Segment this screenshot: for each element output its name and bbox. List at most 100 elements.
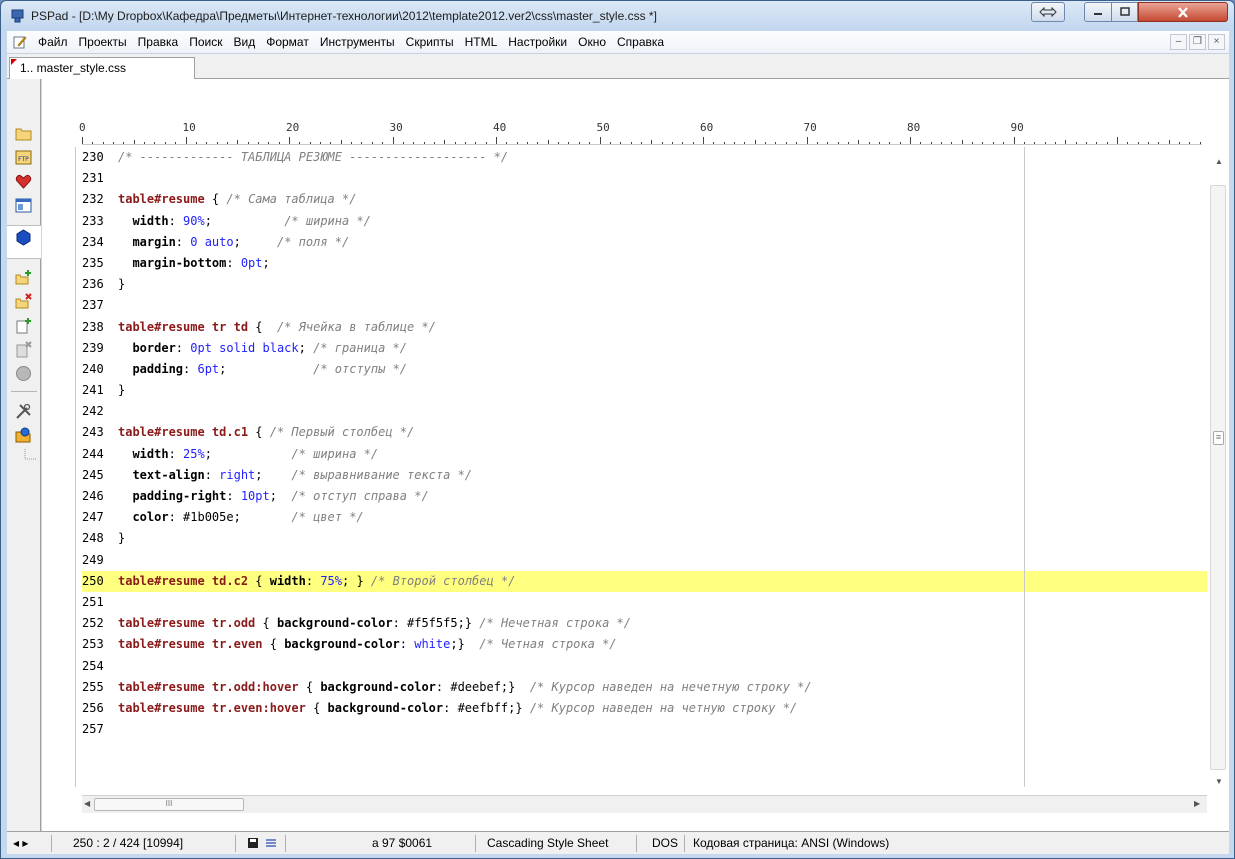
ruler-tick bbox=[278, 142, 280, 144]
mdi-close-button[interactable]: × bbox=[1208, 34, 1225, 50]
syntax-mode[interactable]: Cascading Style Sheet bbox=[487, 836, 608, 850]
code-line[interactable]: 244 width: 25%; /* ширина */ bbox=[82, 444, 1207, 465]
code-line[interactable]: 243 table#resume td.c1 { /* Первый столбе… bbox=[82, 422, 1207, 443]
code-line[interactable]: 234 margin: 0 auto; /* поля */ bbox=[82, 232, 1207, 253]
menu-item-4[interactable]: Вид bbox=[233, 35, 255, 49]
ruler-tick bbox=[444, 140, 446, 144]
ruler-tick bbox=[475, 142, 477, 144]
menu-item-2[interactable]: Правка bbox=[138, 35, 179, 49]
save-disk-icon[interactable] bbox=[247, 837, 259, 849]
heart-favorites-icon[interactable] bbox=[15, 173, 32, 190]
ftp-icon[interactable]: FTP bbox=[15, 149, 32, 166]
horizontal-scrollbar[interactable]: ◀ III ▶ bbox=[82, 795, 1207, 813]
menu-item-5[interactable]: Формат bbox=[266, 35, 309, 49]
ruler-tick bbox=[1199, 142, 1201, 144]
mdi-minimize-button[interactable]: – bbox=[1170, 34, 1187, 50]
code-token-cmt: /* Курсор наведен на четную строку */ bbox=[529, 700, 798, 715]
code-line[interactable]: 247 color: #1b005e; /* цвет */ bbox=[82, 507, 1207, 528]
code-token-prop: background-color bbox=[284, 637, 400, 652]
svg-text:FTP: FTP bbox=[18, 156, 29, 163]
code-token-punc: : bbox=[168, 446, 184, 461]
code-token-cmt: /* отступы */ bbox=[313, 361, 408, 376]
menu-item-8[interactable]: HTML bbox=[465, 35, 498, 49]
menu-item-3[interactable]: Поиск bbox=[189, 35, 222, 49]
ruler-tick bbox=[785, 142, 787, 144]
close-button[interactable] bbox=[1138, 2, 1228, 22]
delete-file-icon[interactable] bbox=[15, 341, 32, 358]
code-line[interactable]: 256 table#resume tr.even:hover { backgrou… bbox=[82, 698, 1207, 719]
maximize-button[interactable] bbox=[1111, 2, 1138, 22]
code-line[interactable]: 232 table#resume { /* Сама таблица */ bbox=[82, 189, 1207, 210]
code-line[interactable]: 251 bbox=[82, 592, 1207, 613]
menu-item-7[interactable]: Скрипты bbox=[406, 35, 454, 49]
menu-item-10[interactable]: Окно bbox=[578, 35, 606, 49]
menu-item-1[interactable]: Проекты bbox=[79, 35, 127, 49]
code-line[interactable]: 238 table#resume tr td { /* Ячейка в табл… bbox=[82, 317, 1207, 338]
ruler-tick bbox=[299, 142, 301, 144]
scroll-down-arrow-icon[interactable]: ▼ bbox=[1215, 777, 1223, 786]
delete-folder-icon[interactable] bbox=[15, 293, 32, 310]
new-file-icon[interactable] bbox=[15, 317, 32, 334]
line-number: 257 bbox=[82, 722, 104, 737]
ruler-tick bbox=[920, 142, 922, 144]
code-token-prop: width bbox=[269, 573, 306, 588]
code-line[interactable]: 242 bbox=[82, 401, 1207, 422]
menu-item-11[interactable]: Справка bbox=[617, 35, 664, 49]
menu-item-9[interactable]: Настройки bbox=[508, 35, 567, 49]
codepage[interactable]: Кодовая страница: ANSI (Windows) bbox=[693, 836, 889, 850]
explorer-folder-icon[interactable] bbox=[15, 427, 32, 444]
menu-item-6[interactable]: Инструменты bbox=[320, 35, 395, 49]
nav-arrows[interactable]: ◂ ▸ bbox=[13, 836, 28, 850]
code-line[interactable]: 245 text-align: right; /* выравнивание т… bbox=[82, 465, 1207, 486]
ruler-tick bbox=[506, 142, 508, 144]
mdi-restore-button[interactable]: ❐ bbox=[1189, 34, 1206, 50]
code-line[interactable]: 237 bbox=[82, 295, 1207, 316]
vertical-scroll-thumb[interactable]: ≡ bbox=[1210, 185, 1226, 770]
code-line[interactable]: 254 bbox=[82, 656, 1207, 677]
code-editor[interactable]: 0 10 20 30 40 50 60 70 80 90 230 /* ------------- … bbox=[42, 79, 1229, 831]
code-line[interactable]: 241} bbox=[82, 380, 1207, 401]
line-number: 236 bbox=[82, 277, 104, 292]
code-line[interactable]: 255 table#resume tr.odd:hover { backgroun… bbox=[82, 677, 1207, 698]
window-list-icon[interactable] bbox=[15, 197, 32, 214]
tools-icon[interactable] bbox=[15, 403, 32, 420]
code-line[interactable]: 235 margin-bottom: 0pt; bbox=[82, 253, 1207, 274]
code-line[interactable]: 233 width: 90%; /* ширина */ bbox=[82, 211, 1207, 232]
code-line[interactable]: 239 border: 0pt solid black; /* граница … bbox=[82, 338, 1207, 359]
code-line[interactable]: 252 table#resume tr.odd { background-colo… bbox=[82, 613, 1207, 634]
code-line[interactable]: 236} bbox=[82, 274, 1207, 295]
scroll-right-arrow-icon[interactable]: ▶ bbox=[1194, 799, 1200, 808]
scroll-left-arrow-icon[interactable]: ◀ bbox=[84, 799, 90, 808]
code-line[interactable]: 231 bbox=[82, 168, 1207, 189]
new-folder-icon[interactable] bbox=[15, 269, 32, 286]
folder-icon[interactable] bbox=[15, 125, 32, 142]
code-line[interactable]: 240 padding: 6pt; /* отступы */ bbox=[82, 359, 1207, 380]
code-line[interactable]: 249 bbox=[82, 550, 1207, 571]
tab-master-style-css[interactable]: 1.. master_style.css bbox=[9, 57, 195, 79]
code-lines[interactable]: 230 /* ------------- ТАБЛИЦА РЕЗЮМЕ -----… bbox=[82, 147, 1207, 787]
cube-icon[interactable] bbox=[15, 229, 32, 246]
code-token-val: 6pt bbox=[197, 361, 220, 376]
code-line[interactable]: 248} bbox=[82, 528, 1207, 549]
gray-circle-icon[interactable] bbox=[15, 365, 32, 382]
code-token-punc: ; bbox=[204, 446, 292, 461]
ruler-tick bbox=[320, 142, 322, 144]
code-token-cmt: /* отступ справа */ bbox=[291, 489, 429, 503]
ruler-tick bbox=[1003, 142, 1005, 144]
code-token-val: 0 auto bbox=[190, 234, 234, 249]
minimize-button[interactable] bbox=[1084, 2, 1112, 22]
code-line[interactable]: 250 table#resume td.c2 { width: 75%; } /*… bbox=[82, 570, 1207, 592]
code-token-punc: : #f5f5f5;} bbox=[392, 616, 480, 631]
code-line[interactable]: 257 bbox=[82, 719, 1207, 740]
ruler-label: 50 bbox=[596, 121, 610, 134]
menu-item-0[interactable]: Файл bbox=[38, 35, 68, 49]
line-wrap-icon[interactable] bbox=[265, 838, 277, 848]
vertical-scrollbar[interactable]: ▲ ≡ ▼ bbox=[1207, 145, 1229, 795]
line-endings[interactable]: DOS bbox=[652, 836, 678, 850]
swap-windows-button[interactable] bbox=[1031, 2, 1065, 22]
code-line[interactable]: 230 /* ------------- ТАБЛИЦА РЕЗЮМЕ -----… bbox=[82, 147, 1207, 168]
code-line[interactable]: 246 padding-right: 10pt; /* отступ справ… bbox=[82, 486, 1207, 507]
code-line[interactable]: 253 table#resume tr.even { background-col… bbox=[82, 634, 1207, 655]
horizontal-scroll-thumb[interactable]: III bbox=[94, 798, 244, 811]
scroll-up-arrow-icon[interactable]: ▲ bbox=[1215, 157, 1223, 166]
